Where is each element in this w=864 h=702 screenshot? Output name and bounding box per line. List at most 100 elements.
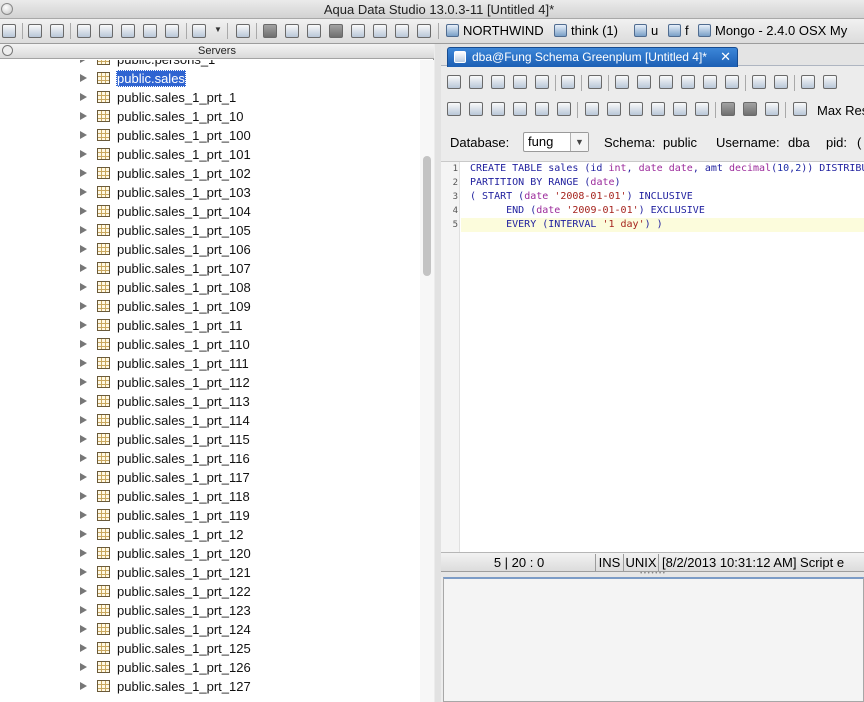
expand-arrow-icon[interactable] — [80, 454, 87, 462]
expand-arrow-icon[interactable] — [80, 150, 87, 158]
expand-arrow-icon[interactable] — [80, 511, 87, 519]
chevron-down-icon[interactable]: ▼ — [214, 25, 222, 35]
sql-editor[interactable]: 1 2 3 4 5 CREATE TABLE sales (id int, date d… — [441, 161, 864, 553]
tree-node-label[interactable]: public.sales_1_prt_101 — [116, 146, 252, 163]
expand-arrow-icon[interactable] — [80, 378, 87, 386]
undo-icon[interactable] — [701, 73, 719, 91]
expand-arrow-icon[interactable] — [80, 492, 87, 500]
select-icon[interactable] — [613, 73, 631, 91]
tree-node[interactable]: public.sales_1_prt_107 — [0, 259, 420, 278]
tree-node[interactable]: public.sales_1_prt_118 — [0, 487, 420, 506]
expand-arrow-icon[interactable] — [80, 663, 87, 671]
preview-icon[interactable] — [586, 73, 604, 91]
execute-script-icon[interactable] — [533, 100, 551, 118]
tree-node-label[interactable]: public.sales_1_prt_107 — [116, 260, 252, 277]
tree-node[interactable]: public.sales_1_prt_114 — [0, 411, 420, 430]
layout-list-icon[interactable] — [349, 22, 367, 40]
expand-arrow-icon[interactable] — [80, 397, 87, 405]
tree-node-label[interactable]: public.sales_1_prt_120 — [116, 545, 252, 562]
tree-node[interactable]: public.sales_1_prt_125 — [0, 639, 420, 658]
tree-node-label[interactable]: public.sales_1_prt_10 — [116, 108, 244, 125]
expand-arrow-icon[interactable] — [80, 188, 87, 196]
layout-tile-icon[interactable] — [393, 22, 411, 40]
tree-node-label[interactable]: public.sales_1_prt_125 — [116, 640, 252, 657]
tree-node[interactable]: public.sales_1_prt_1 — [0, 88, 420, 107]
results-split-icon[interactable] — [763, 100, 781, 118]
tree-node[interactable]: public.sales — [0, 69, 420, 88]
register-server-icon[interactable] — [26, 22, 44, 40]
savepoint-icon[interactable] — [649, 100, 667, 118]
tree-node[interactable]: public.sales_1_prt_127 — [0, 677, 420, 696]
expand-arrow-icon[interactable] — [80, 473, 87, 481]
tree-node[interactable]: public.sales_1_prt_100 — [0, 126, 420, 145]
tree-node-label[interactable]: public.sales_1_prt_116 — [116, 450, 251, 467]
tree-node[interactable]: public.sales_1_prt_106 — [0, 240, 420, 259]
tree-node[interactable]: public.sales_1_prt_113 — [0, 392, 420, 411]
tree-node[interactable]: public.sales_1_prt_104 — [0, 202, 420, 221]
connection-f[interactable]: f — [668, 22, 689, 40]
connection-northwind[interactable]: NORTHWIND — [446, 22, 544, 40]
execute-all-icon[interactable] — [445, 100, 463, 118]
save-all-icon[interactable] — [533, 73, 551, 91]
expand-arrow-icon[interactable] — [80, 264, 87, 272]
expand-arrow-icon[interactable] — [80, 207, 87, 215]
layout-single-icon[interactable] — [305, 22, 323, 40]
expand-arrow-icon[interactable] — [80, 112, 87, 120]
expand-arrow-icon[interactable] — [80, 568, 87, 576]
query-window-icon[interactable] — [75, 22, 93, 40]
server-properties-icon[interactable] — [48, 22, 66, 40]
tree-node[interactable]: public.sales_1_prt_108 — [0, 278, 420, 297]
query-analyzer-icon[interactable] — [97, 22, 115, 40]
execute-step-icon[interactable] — [489, 100, 507, 118]
tree-node-label[interactable]: public.sales_1_prt_110 — [116, 336, 251, 353]
tree-node[interactable]: public.sales_1_prt_126 — [0, 658, 420, 677]
tree-node[interactable]: public.sales_1_prt_123 — [0, 601, 420, 620]
query-options-icon[interactable] — [791, 100, 809, 118]
expand-arrow-icon[interactable] — [80, 682, 87, 690]
tree-node-label[interactable]: public.sales_1_prt_108 — [116, 279, 252, 296]
layout-split-icon[interactable] — [283, 22, 301, 40]
schema-icon[interactable] — [141, 22, 159, 40]
save-icon[interactable] — [489, 73, 507, 91]
new-file-icon[interactable] — [445, 73, 463, 91]
tree-node-label[interactable]: public.sales_1_prt_126 — [116, 659, 252, 676]
layout-table-icon[interactable] — [327, 22, 345, 40]
layout-grid-icon[interactable] — [261, 22, 279, 40]
cut-icon[interactable] — [635, 73, 653, 91]
execute-selection-icon[interactable] — [511, 100, 529, 118]
expand-arrow-icon[interactable] — [80, 340, 87, 348]
tree-node-label[interactable]: public.persons_1 — [116, 60, 216, 68]
tree-node-label[interactable]: public.sales_1_prt_12 — [116, 526, 244, 543]
tree-node-label[interactable]: public.sales_1_prt_106 — [116, 241, 252, 258]
print-icon[interactable] — [559, 73, 577, 91]
tree-node-label[interactable]: public.sales_1_prt_102 — [116, 165, 252, 182]
expand-arrow-icon[interactable] — [80, 606, 87, 614]
expand-arrow-icon[interactable] — [80, 245, 87, 253]
tree-node[interactable]: public.sales_1_prt_115 — [0, 430, 420, 449]
chevron-down-icon[interactable]: ▼ — [570, 133, 588, 151]
results-text-icon[interactable] — [741, 100, 759, 118]
connection-u[interactable]: u — [634, 22, 658, 40]
expand-arrow-icon[interactable] — [80, 359, 87, 367]
rollback-icon[interactable] — [627, 100, 645, 118]
tree-scrollbar[interactable] — [420, 60, 434, 702]
tree-node-label[interactable]: public.sales_1_prt_119 — [116, 507, 251, 524]
tree-node[interactable]: public.sales_1_prt_119 — [0, 506, 420, 525]
connection-mongo[interactable]: Mongo - 2.4.0 OSX My — [698, 22, 847, 40]
tree-node-label[interactable]: public.sales_1_prt_1 — [116, 89, 237, 106]
open-folder-icon[interactable] — [467, 73, 485, 91]
tree-node-label[interactable]: public.sales_1_prt_121 — [116, 564, 252, 581]
uppercase-icon[interactable] — [799, 73, 817, 91]
expand-arrow-icon[interactable] — [80, 169, 87, 177]
expand-arrow-icon[interactable] — [80, 302, 87, 310]
script-icon[interactable] — [234, 22, 252, 40]
tree-node-label[interactable]: public.sales_1_prt_127 — [116, 678, 252, 695]
tree-node-label[interactable]: public.sales_1_prt_118 — [116, 488, 251, 505]
execute-icon[interactable] — [467, 100, 485, 118]
expand-arrow-icon[interactable] — [80, 435, 87, 443]
tree-node[interactable]: public.sales_1_prt_105 — [0, 221, 420, 240]
tree-node-label[interactable]: public.sales_1_prt_104 — [116, 203, 252, 220]
tree-node-label[interactable]: public.sales_1_prt_123 — [116, 602, 252, 619]
connect-icon[interactable] — [0, 22, 18, 40]
expand-arrow-icon[interactable] — [80, 530, 87, 538]
